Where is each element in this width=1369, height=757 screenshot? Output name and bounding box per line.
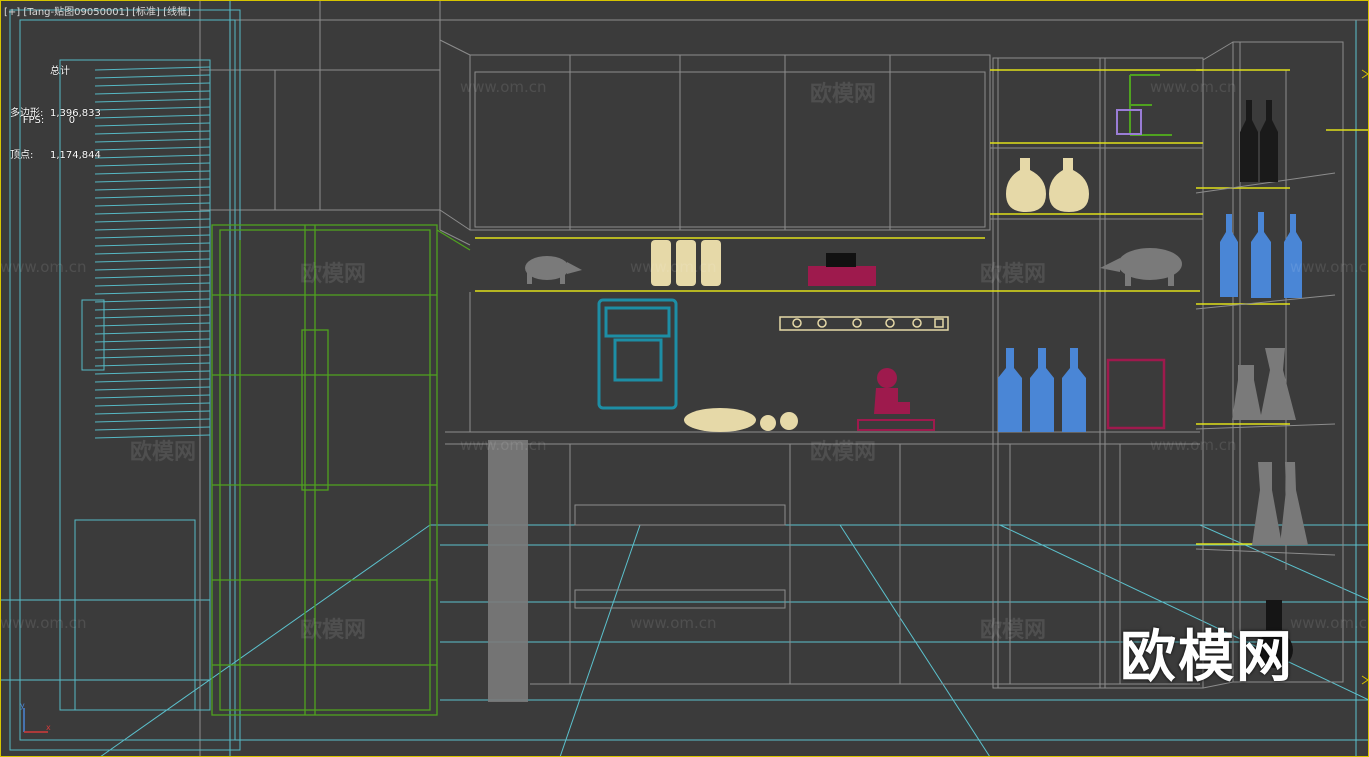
watermark-text: 欧模网: [300, 262, 367, 287]
watermark-text: 欧模网: [810, 82, 877, 107]
viewport-label-menu[interactable]: [+] [Tang-贴图09050001] [标准] [线框]: [4, 3, 191, 18]
window-slat: [94, 290, 211, 295]
watermark-url: www.om.cn: [0, 258, 87, 276]
watermark-url: www.om.cn: [630, 258, 717, 276]
window-slat: [94, 394, 211, 399]
window-slat: [94, 426, 211, 431]
watermark-text: 欧模网: [810, 440, 877, 465]
stats-header: 总计: [50, 66, 70, 77]
window-slat: [94, 386, 211, 391]
window-slat: [94, 130, 211, 135]
window-slat: [94, 266, 211, 271]
watermark-logo-text: 欧模网: [1120, 625, 1294, 690]
window-slat: [94, 338, 211, 343]
picture-frame: [1106, 358, 1166, 430]
window-slat: [94, 322, 211, 327]
window-slat: [94, 306, 211, 311]
window-slat: [94, 378, 211, 383]
window-slat: [94, 330, 211, 335]
gray-vases: [1232, 348, 1308, 545]
window-slat: [94, 282, 211, 287]
axis-x-label: x: [46, 723, 51, 732]
upper-cabinets: [439, 39, 991, 231]
fps-value: 0: [68, 115, 76, 126]
window-slat: [94, 114, 211, 119]
window-slat: [94, 186, 211, 191]
watermark-text: 欧模网: [980, 262, 1047, 287]
cream-jars: [651, 158, 1089, 432]
window-slat: [94, 162, 211, 167]
window-slats: [94, 66, 211, 439]
window-slat: [94, 82, 211, 87]
knife-rail: [779, 316, 949, 331]
viewport-wireframe[interactable]: 欧模网 www.om.cn www.om.cn 欧模网 www.om.cn 欧模…: [0, 0, 1369, 757]
window-slat: [94, 346, 211, 351]
window-slat: [94, 178, 211, 183]
watermark-url: www.om.cn: [460, 436, 547, 454]
frame-markers: [1361, 69, 1369, 685]
watermark-url: www.om.cn: [1150, 78, 1237, 96]
black-bottles: [1240, 100, 1278, 182]
window-slat: [94, 170, 211, 175]
window-slat: [94, 226, 211, 231]
window-slat: [94, 250, 211, 255]
window-slat: [94, 106, 211, 111]
window-slat: [94, 74, 211, 79]
watermark-url: www.om.cn: [1290, 614, 1369, 632]
window-slat: [94, 314, 211, 319]
window-slat: [94, 210, 211, 215]
water-dispenser: [597, 298, 678, 410]
rhino-right: [1100, 248, 1182, 286]
watermark-url: www.om.cn: [1290, 258, 1369, 276]
window-slat: [94, 258, 211, 263]
axis-y-label: y: [20, 701, 25, 710]
window-slat: [94, 410, 211, 415]
window-slat: [94, 122, 211, 127]
window-slat: [94, 298, 211, 303]
window-slat: [94, 354, 211, 359]
watermark-url: www.om.cn: [460, 78, 547, 96]
fps-readout: FPS: 0: [10, 100, 75, 142]
window-slat: [94, 418, 211, 423]
window-slat: [94, 202, 211, 207]
window-slat: [94, 194, 211, 199]
window-slat: [94, 98, 211, 103]
window-slat: [94, 274, 211, 279]
watermark-text: 欧模网: [980, 618, 1047, 643]
vertices-label: 顶点:: [10, 150, 34, 161]
countertop-leg: [488, 440, 528, 702]
window-slat: [94, 234, 211, 239]
watermark-text: 欧模网: [300, 618, 367, 643]
vertices-value: 1,174,844: [50, 150, 101, 161]
window-slat: [94, 370, 211, 375]
window-slat: [94, 66, 211, 71]
watermark-url: www.om.cn: [0, 614, 87, 632]
window-slat: [94, 90, 211, 95]
axis-gizmo-icon: y x: [20, 701, 51, 733]
fps-label: FPS:: [22, 115, 45, 126]
window-slat: [94, 146, 211, 151]
window-slat: [94, 402, 211, 407]
counter-lower: [445, 292, 1200, 685]
window-slat: [94, 242, 211, 247]
watermark-url: www.om.cn: [630, 614, 717, 632]
window-slat: [94, 138, 211, 143]
window-slat: [94, 154, 211, 159]
watermark-url: www.om.cn: [1150, 436, 1237, 454]
window-slat: [94, 218, 211, 223]
rhino-left: [525, 256, 582, 284]
stats-vertices-row: 顶点: 1,174,844: [10, 149, 101, 163]
window-slat: [94, 362, 211, 367]
magenta-items: [808, 253, 935, 431]
watermark-text: 欧模网: [130, 440, 197, 465]
